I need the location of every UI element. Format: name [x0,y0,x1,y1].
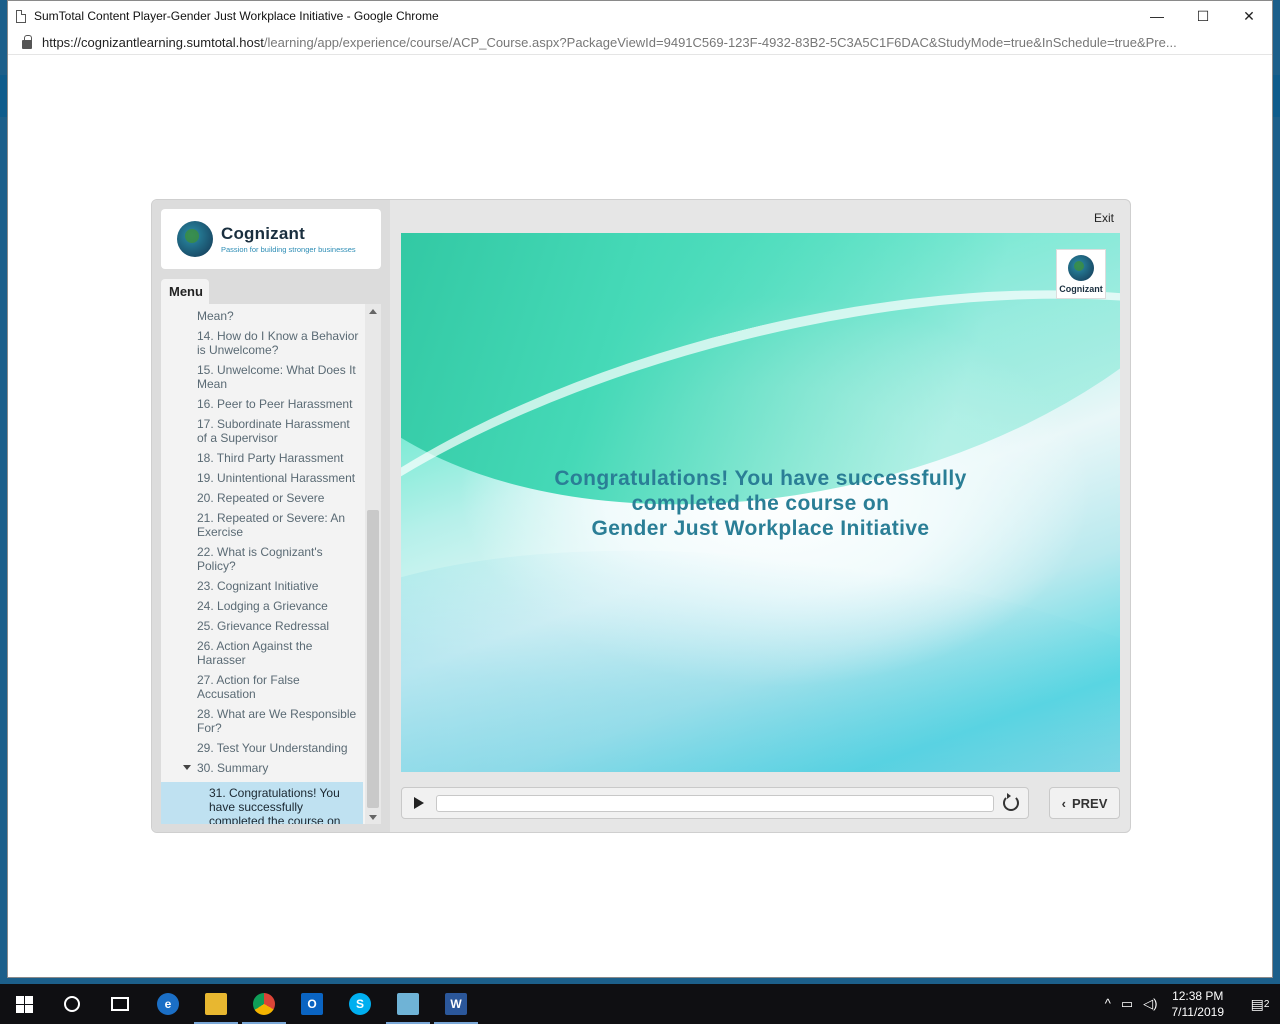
menu-item[interactable]: 20. Repeated or Severe [161,488,363,508]
playback-controls [401,787,1029,819]
menu-item[interactable]: 22. What is Cognizant's Policy? [161,542,363,576]
player-content: Exit Cognizant Congratulations! You have… [390,200,1130,832]
menu-item-label: 30. Summary [197,761,269,775]
prev-label: PREV [1071,795,1108,811]
logo-tagline: Passion for building stronger businesses [221,245,356,254]
windows-icon [15,995,33,1013]
menu-scrollbar[interactable] [365,304,381,824]
system-tray: ^ ▭ ◁) 12:38 PM 7/11/2019 ▤ 2 [1105,984,1280,1024]
chevron-up-icon[interactable]: ^ [1105,996,1111,1012]
title-bar[interactable]: SumTotal Content Player-Gender Just Work… [8,1,1272,31]
menu-item[interactable]: Mean? [161,304,363,326]
file-explorer-app[interactable] [192,984,240,1024]
logo-name: Cognizant [221,224,305,243]
url-path: /learning/app/experience/course/ACP_Cour… [263,35,1177,50]
exit-button[interactable]: Exit [1094,211,1114,225]
menu-item[interactable]: 23. Cognizant Initiative [161,576,363,596]
message-line-3: Gender Just Workplace Initiative [591,517,930,540]
menu-item[interactable]: 27. Action for False Accusation [161,670,363,704]
url-host: https://cognizantlearning.sumtotal.host [42,35,264,50]
scroll-thumb[interactable] [367,510,379,808]
skype-icon: S [349,993,371,1015]
lock-icon [22,35,32,49]
cognizant-logo: Cognizant Passion for building stronger … [161,209,381,269]
edge-app[interactable]: e [144,984,192,1024]
chevron-left-icon: ‹ [1061,795,1066,811]
menu-tab[interactable]: Menu [161,279,209,305]
menu-item[interactable]: 25. Grievance Redressal [161,616,363,636]
maximize-button[interactable]: ☐ [1180,1,1226,31]
page-icon [16,9,26,23]
menu-item[interactable]: 14. How do I Know a Behavior is Unwelcom… [161,326,363,360]
edge-icon: e [157,993,179,1015]
slide-logo: Cognizant [1056,249,1106,299]
menu-item[interactable]: 18. Third Party Harassment [161,448,363,468]
outlook-app[interactable]: O [288,984,336,1024]
cortana-button[interactable] [48,984,96,1024]
outlook-icon: O [301,993,323,1015]
task-view-button[interactable] [96,984,144,1024]
menu-item-summary[interactable]: 30. Summary [161,758,363,778]
folder-icon [205,993,227,1015]
network-icon[interactable]: ▭ [1121,996,1133,1012]
menu-list: Mean? 14. How do I Know a Behavior is Unw… [161,304,363,824]
globe-icon [177,221,213,257]
menu-item[interactable]: 17. Subordinate Harassment of a Supervis… [161,414,363,448]
notepad-app[interactable] [384,984,432,1024]
chrome-app[interactable] [240,984,288,1024]
clock[interactable]: 12:38 PM 7/11/2019 [1172,988,1225,1020]
menu-item[interactable]: 28. What are We Responsible For? [161,704,363,738]
scroll-up-icon[interactable] [365,304,381,318]
caret-down-icon [183,765,191,770]
start-button[interactable] [0,984,48,1024]
menu-item[interactable]: 15. Unwelcome: What Does It Mean [161,360,363,394]
content-player: Cognizant Passion for building stronger … [151,199,1131,833]
globe-icon [1068,254,1094,281]
address-bar[interactable]: https://cognizantlearning.sumtotal.host /… [8,31,1272,55]
action-center-button[interactable]: ▤ 2 [1240,984,1280,1024]
task-view-icon [111,997,129,1011]
menu-item-active[interactable]: 31. Congratulations! You have successful… [161,782,363,824]
desktop-edge-right [1272,75,1280,117]
slide-logo-text: Cognizant [1059,283,1103,294]
scroll-down-icon[interactable] [365,810,381,824]
menu-item[interactable]: 19. Unintentional Harassment [161,468,363,488]
message-line-1: Congratulations! You have successfully [554,467,967,490]
completion-message: Congratulations! You have successfully c… [401,466,1120,541]
volume-icon[interactable]: ◁) [1143,996,1157,1012]
clock-date: 7/11/2019 [1171,1005,1225,1019]
notepad-icon [397,993,419,1015]
clock-time: 12:38 PM [1172,989,1224,1003]
word-app[interactable]: W [432,984,480,1024]
menu-item[interactable]: 21. Repeated or Severe: An Exercise [161,508,363,542]
word-icon: W [445,993,467,1015]
cortana-icon [64,996,80,1012]
menu-item[interactable]: 26. Action Against the Harasser [161,636,363,670]
window-title: SumTotal Content Player-Gender Just Work… [34,9,439,23]
taskbar: e O S W ^ ▭ ◁) 12:38 PM 7/11/2019 ▤ 2 [0,984,1280,1024]
slide: Cognizant Congratulations! You have succ… [401,233,1120,772]
chrome-icon [253,993,275,1015]
progress-bar[interactable] [436,795,994,812]
prev-button[interactable]: ‹ PREV [1049,787,1120,819]
minimize-button[interactable]: — [1134,1,1180,31]
message-line-2: completed the course on [631,492,890,515]
player-sidebar: Cognizant Passion for building stronger … [152,200,390,832]
close-button[interactable]: ✕ [1226,1,1272,31]
menu-item[interactable]: 16. Peer to Peer Harassment [161,394,363,414]
skype-app[interactable]: S [336,984,384,1024]
play-icon[interactable] [414,797,424,809]
notification-count: 2 [1263,998,1270,1010]
menu-panel: Mean? 14. How do I Know a Behavior is Unw… [161,304,381,824]
menu-item[interactable]: 24. Lodging a Grievance [161,596,363,616]
notification-icon: ▤ [1250,995,1264,1012]
replay-icon[interactable] [1003,793,1019,811]
chrome-popup-window: SumTotal Content Player-Gender Just Work… [7,0,1273,978]
menu-item[interactable]: 29. Test Your Understanding [161,738,363,758]
